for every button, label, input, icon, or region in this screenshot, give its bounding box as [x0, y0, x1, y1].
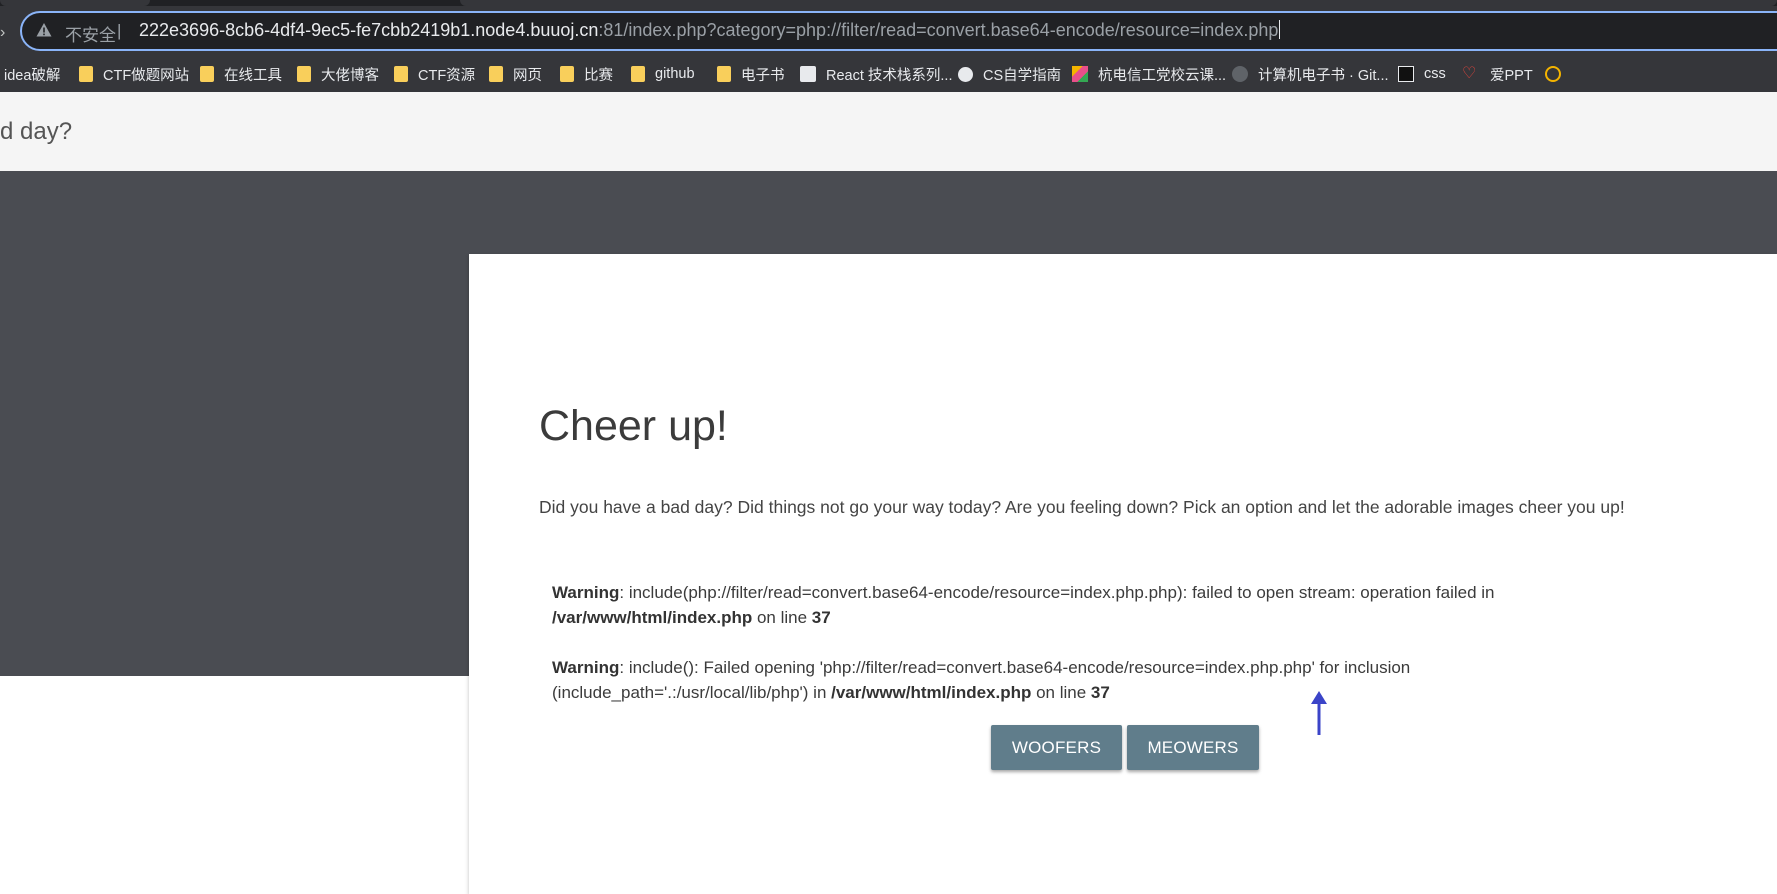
yuketang-favicon-icon	[1072, 66, 1088, 82]
main-card: Cheer up! Did you have a bad day? Did th…	[469, 254, 1777, 894]
bookmark-label: CTF资源	[418, 67, 476, 84]
bookmark-label: 网页	[513, 67, 542, 84]
site-navbar: d day?	[0, 92, 1777, 171]
github-icon	[1232, 66, 1248, 82]
bookmark-label: CS自学指南	[983, 67, 1062, 84]
folder-icon	[631, 66, 645, 82]
page-viewport: d day? Cheer up! Did you have a bad day?…	[0, 92, 1777, 894]
bookmark-label: css	[1424, 66, 1446, 82]
warning-message: : include(php://filter/read=convert.base…	[619, 583, 1495, 602]
bookmark-item[interactable]: idea破解	[4, 56, 60, 92]
security-label[interactable]: 不安全	[65, 21, 116, 46]
bookmark-folder[interactable]: 网页	[489, 56, 542, 92]
warning-on-line: on line	[1031, 683, 1091, 702]
bookmark-folder[interactable]: 大佬博客	[297, 56, 379, 92]
warning-file: /var/www/html/index.php	[552, 608, 753, 627]
woofers-button[interactable]: WOOFERS	[991, 725, 1122, 770]
folder-icon	[560, 66, 574, 82]
annotation-arrow-icon	[1311, 691, 1327, 735]
address-bar[interactable]: 不安全 | 222e3696-8cb6-4df4-9ec5-fe7cbb2419…	[20, 11, 1777, 51]
react-favicon-icon	[800, 66, 816, 82]
bookmark-item[interactable]: 计算机电子书 · Git...	[1232, 56, 1389, 92]
bookmark-folder[interactable]: 在线工具	[200, 56, 282, 92]
bookmark-folder[interactable]: 比赛	[560, 56, 613, 92]
warning-on-line: on line	[752, 608, 812, 627]
bookmark-item[interactable]: ♡ 爱PPT	[1462, 56, 1533, 92]
bookmark-label: 大佬博客	[321, 67, 379, 84]
bookmark-folder[interactable]: CTF资源	[394, 56, 475, 92]
page-title: Cheer up!	[539, 402, 728, 450]
warning-line-number: 37	[1090, 683, 1110, 702]
bookmark-label: 电子书	[741, 67, 785, 84]
browser-toolbar: › 不安全 | 222e3696-8cb6-4df4-9ec5-fe7cbb24…	[0, 6, 1777, 56]
lead-text: Did you have a bad day? Did things not g…	[539, 497, 1625, 517]
warning-label: Warning	[552, 583, 620, 602]
bookmark-item[interactable]: css	[1398, 56, 1446, 92]
bookmark-label: 杭电信工党校云课...	[1098, 67, 1227, 84]
bookmark-folder[interactable]: 电子书	[717, 56, 785, 92]
url-host: 222e3696-8cb6-4df4-9ec5-fe7cbb2419b1.nod…	[139, 20, 599, 40]
folder-icon	[79, 66, 93, 82]
bookmark-label: CTF做题网站	[103, 67, 190, 84]
php-warning-2: Warning: include(): Failed opening 'php:…	[552, 655, 1652, 705]
navbar-brand[interactable]: d day?	[0, 118, 72, 146]
url-path: :81/index.php?category=php://filter/read…	[598, 20, 1279, 40]
warning-line-number: 37	[811, 608, 831, 627]
url-text[interactable]: 222e3696-8cb6-4df4-9ec5-fe7cbb2419b1.nod…	[139, 20, 1281, 41]
bookmark-item[interactable]	[1545, 56, 1571, 92]
back-arrow-icon[interactable]: ›	[0, 24, 5, 42]
bookmark-folder[interactable]: github	[631, 56, 695, 92]
bookmark-label: 比赛	[584, 67, 613, 84]
bookmark-label: 爱PPT	[1490, 67, 1533, 84]
omnibox-separator: |	[117, 21, 122, 40]
bookmark-item[interactable]: 杭电信工党校云课...	[1072, 56, 1226, 92]
folder-icon	[394, 66, 408, 82]
folder-icon	[297, 66, 311, 82]
bookmark-label: React 技术栈系列...	[826, 67, 953, 84]
bookmark-label: 计算机电子书 · Git...	[1258, 67, 1389, 84]
bookmark-label: github	[655, 66, 695, 82]
text-caret	[1279, 20, 1281, 39]
warning-label: Warning	[552, 658, 620, 677]
php-warning-1: Warning: include(php://filter/read=conve…	[552, 580, 1652, 630]
warning-triangle-icon[interactable]	[36, 22, 52, 38]
bookmark-label: 在线工具	[224, 67, 282, 84]
folder-icon	[489, 66, 503, 82]
bookmark-label: idea破解	[4, 67, 61, 84]
meowers-button[interactable]: MEOWERS	[1127, 725, 1259, 770]
cs-guide-favicon-icon	[958, 66, 973, 82]
bookmark-folder[interactable]: CTF做题网站	[79, 56, 189, 92]
bookmark-item[interactable]: React 技术栈系列...	[800, 56, 953, 92]
folder-icon	[717, 66, 731, 82]
clock-favicon-icon	[1545, 66, 1561, 82]
folder-icon	[200, 66, 214, 82]
heart-icon: ♡	[1462, 65, 1477, 82]
css-favicon-icon	[1398, 66, 1414, 82]
bookmark-item[interactable]: CS自学指南	[958, 56, 1061, 92]
warning-file: /var/www/html/index.php	[831, 683, 1032, 702]
bookmarks-bar: idea破解 CTF做题网站 在线工具 大佬博客 CTF资源 网页 比赛 git…	[0, 56, 1777, 93]
